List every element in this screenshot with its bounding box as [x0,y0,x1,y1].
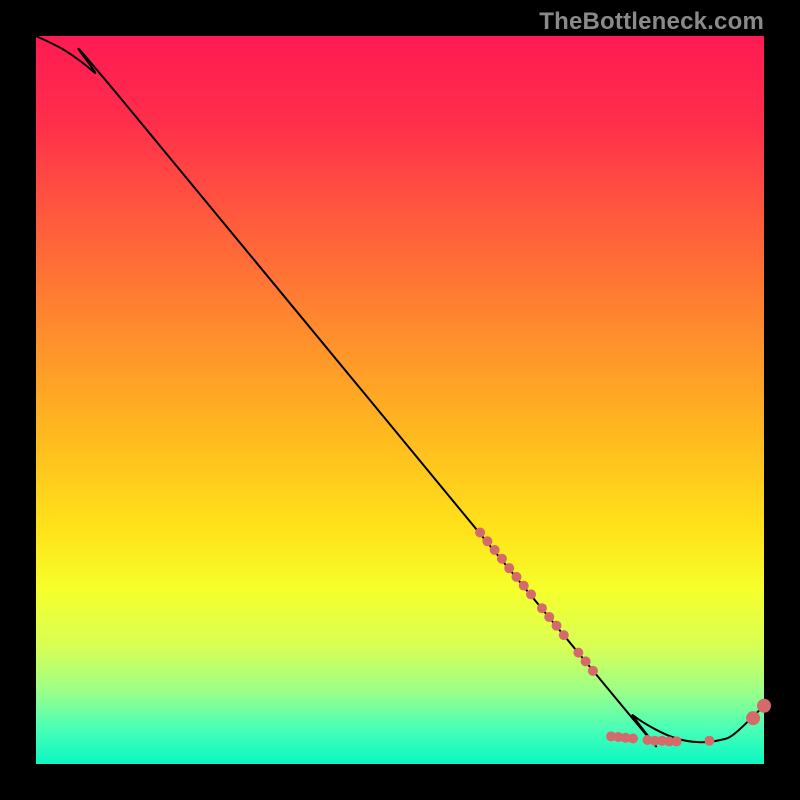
curve-marker [588,666,598,676]
curve-marker [511,572,521,582]
chart-stage: TheBottleneck.com [0,0,800,800]
watermark-text: TheBottleneck.com [539,8,764,36]
curve-marker [672,736,682,746]
curve-marker [504,563,514,573]
curve-marker [581,656,591,666]
curve-marker [573,648,583,658]
curve-marker [482,536,492,546]
curve-markers [475,528,771,747]
chart-svg-layer [36,36,764,764]
curve-marker [559,630,569,640]
curve-marker [746,711,760,725]
curve-marker [519,581,529,591]
curve-marker [526,589,536,599]
curve-marker [757,699,771,713]
curve-marker [544,612,554,622]
curve-marker [537,603,547,613]
curve-marker [497,554,507,564]
curve-marker [704,736,714,746]
bottleneck-curve [36,36,764,746]
curve-marker [628,734,638,744]
curve-marker [475,528,485,538]
curve-marker [552,621,562,631]
curve-marker [490,545,500,555]
